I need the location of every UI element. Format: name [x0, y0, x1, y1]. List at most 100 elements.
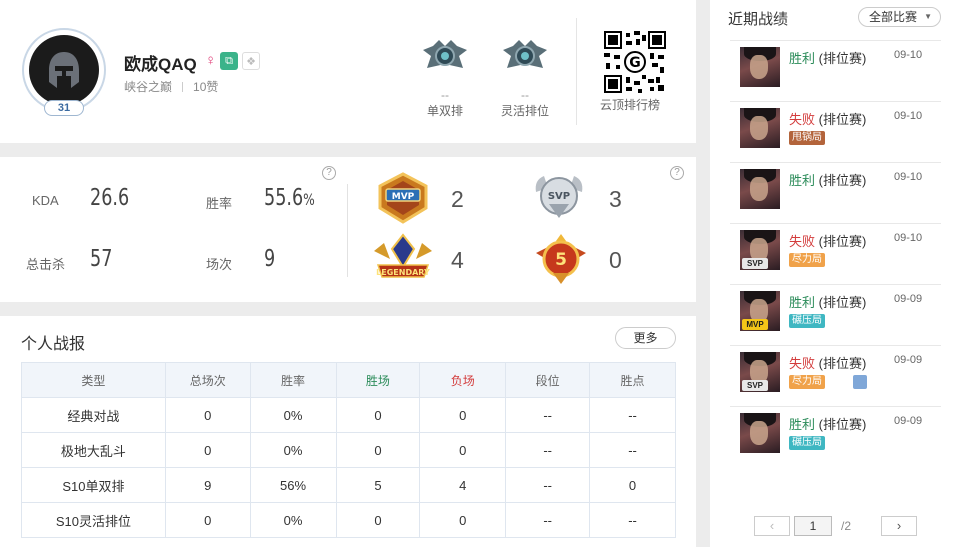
filter-label: 全部比赛 — [869, 10, 918, 24]
col-total: 总场次 — [164, 362, 251, 398]
champion-avatar: SVP — [740, 352, 780, 392]
col-losses: 负场 — [419, 362, 507, 398]
match-row[interactable]: 胜利 (排位赛) 09-09 碾压局 — [730, 406, 941, 467]
match-result: 胜利 (排位赛) — [789, 414, 866, 433]
divider — [347, 184, 348, 277]
winrate-number: 55.6 — [264, 185, 304, 211]
qr-code-icon[interactable]: G — [604, 31, 666, 93]
table-cell: -- — [505, 397, 591, 433]
table-cell: -- — [505, 432, 591, 468]
table-cell: 0 — [164, 397, 251, 433]
rank-flex-value: -- — [521, 88, 529, 102]
match-date: 09-09 — [894, 415, 923, 427]
kills-value: 57 — [90, 246, 113, 272]
mode-label: (排位赛) — [818, 112, 867, 127]
divider — [576, 18, 577, 125]
table-cell: 0 — [419, 397, 507, 433]
match-date: 09-09 — [894, 293, 923, 305]
table-cell: -- — [589, 502, 676, 538]
kda-label: KDA — [32, 193, 59, 208]
table-cell: 56% — [249, 467, 337, 503]
kills-label: 总击杀 — [26, 257, 66, 272]
rank-solo: -- 单双排 — [410, 36, 480, 119]
result-label: 失败 — [789, 356, 816, 371]
match-row[interactable]: MVP 胜利 (排位赛) 09-09 碾压局 — [730, 284, 941, 345]
rank-solo-label: 单双排 — [426, 104, 463, 118]
chevron-down-icon: ▼ — [924, 12, 932, 21]
mode-label: (排位赛) — [818, 356, 867, 371]
match-date: 09-10 — [894, 232, 923, 244]
help-icon[interactable]: ? — [322, 166, 336, 180]
result-label: 胜利 — [789, 417, 816, 432]
svp-badge-icon: SVP — [535, 176, 583, 218]
table-cell: 0% — [249, 397, 337, 433]
current-page[interactable]: 1 — [794, 516, 832, 536]
svg-text:G: G — [629, 55, 641, 71]
table-cell: 0 — [589, 467, 676, 503]
match-row[interactable]: 失败 (排位赛) 09-10 甩锅局 — [730, 101, 941, 162]
image-icon[interactable] — [853, 375, 867, 389]
winrate-value: 55.6% — [264, 185, 315, 211]
match-date: 09-10 — [894, 110, 923, 122]
match-result: 失败 (排位赛) — [789, 353, 866, 372]
match-filter-dropdown[interactable]: 全部比赛 ▼ — [858, 7, 941, 27]
match-badge: SVP — [742, 380, 768, 391]
match-result: 失败 (排位赛) — [789, 231, 866, 250]
table-cell: 0 — [335, 432, 421, 468]
table-cell: S10单双排 — [21, 467, 166, 503]
level-badge: 31 — [44, 100, 84, 116]
helmet-icon — [29, 35, 99, 105]
profile-panel: 31 欧成QAQ ♀ ⧉ ❖ 峡谷之巅 10赞 -- 单双排 -- 灵活排位 G… — [0, 0, 696, 143]
legendary-badge-icon: LEGENDARY — [374, 233, 432, 278]
likes-count: 10赞 — [193, 80, 219, 94]
unranked-emblem-icon — [503, 40, 547, 68]
svg-text:SVP: SVP — [548, 191, 570, 202]
svg-text:MVP: MVP — [392, 192, 415, 202]
recent-title: 近期战绩 — [728, 11, 789, 28]
table-cell: 0 — [419, 432, 507, 468]
match-badge: SVP — [742, 258, 768, 269]
copy-icon[interactable]: ⧉ — [220, 52, 238, 70]
female-icon: ♀ — [205, 52, 217, 69]
table-header-row: 类型 总场次 胜率 胜场 负场 段位 胜点 — [21, 362, 676, 398]
match-tag: 尽力局 — [789, 375, 825, 389]
table-cell: 0 — [164, 502, 251, 538]
games-label: 场次 — [206, 257, 233, 272]
match-tag: 碾压局 — [789, 436, 825, 450]
col-tier: 段位 — [505, 362, 591, 398]
table-cell: S10灵活排位 — [21, 502, 166, 538]
match-row[interactable]: SVP 失败 (排位赛) 09-09 尽力局 — [730, 345, 941, 406]
prev-page-button[interactable]: ‹ — [754, 516, 790, 536]
table-row: S10单双排 9 56% 5 4 -- 0 — [21, 467, 676, 503]
kda-value: 26.6 — [90, 185, 130, 211]
match-result: 胜利 (排位赛) — [789, 292, 866, 311]
match-row[interactable]: 胜利 (排位赛) 09-10 — [730, 40, 941, 101]
champion-avatar — [740, 47, 780, 87]
mode-label: (排位赛) — [818, 295, 867, 310]
games-value: 9 — [264, 246, 276, 272]
winrate-unit: % — [303, 190, 315, 209]
table-cell: 0 — [335, 397, 421, 433]
report-table: 类型 总场次 胜率 胜场 负场 段位 胜点 经典对战 0 0% 0 0 -- -… — [21, 362, 676, 538]
mvp-count: 2 — [451, 186, 464, 212]
mode-label: (排位赛) — [818, 234, 867, 249]
match-result: 失败 (排位赛) — [789, 109, 866, 128]
match-row[interactable]: 胜利 (排位赛) 09-10 — [730, 162, 941, 223]
table-cell: 0% — [249, 502, 337, 538]
rank-flex: -- 灵活排位 — [490, 36, 560, 119]
match-result: 胜利 (排位赛) — [789, 48, 866, 67]
mode-label: (排位赛) — [818, 173, 867, 188]
svp-count: 3 — [609, 186, 622, 212]
stats-panel: KDA 26.6 胜率 55.6% ? 总击杀 57 场次 9 MVP 2 SV… — [0, 157, 696, 302]
result-label: 胜利 — [789, 295, 816, 310]
next-page-button[interactable]: › — [881, 516, 917, 536]
result-label: 胜利 — [789, 173, 816, 188]
table-cell: 9 — [164, 467, 251, 503]
table-cell: 0 — [335, 502, 421, 538]
honor-icon[interactable]: ❖ — [242, 52, 260, 70]
help-icon[interactable]: ? — [670, 166, 684, 180]
more-button[interactable]: 更多 — [615, 327, 676, 349]
col-wins: 胜场 — [335, 362, 421, 398]
match-row[interactable]: SVP 失败 (排位赛) 09-10 尽力局 — [730, 223, 941, 284]
table-cell: 0 — [419, 502, 507, 538]
